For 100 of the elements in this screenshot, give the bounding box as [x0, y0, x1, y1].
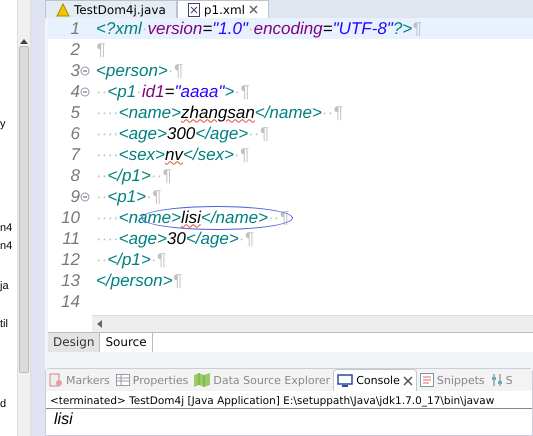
code-token: <p1: [107, 82, 136, 102]
code-token: =: [202, 18, 212, 38]
code-token: </name>: [254, 102, 322, 122]
code-token: <?xml: [96, 18, 142, 38]
code-token: </age>: [195, 124, 248, 144]
pilcrow: ¶: [162, 166, 172, 186]
code-token: <name>: [118, 102, 182, 122]
tab-label: Properties: [132, 374, 188, 386]
whitespace-dots: ·: [146, 186, 152, 206]
collapse-icon[interactable]: [80, 66, 90, 76]
monitor-icon: [337, 374, 354, 388]
whitespace-dots: ··: [248, 124, 260, 144]
whitespace-dots: ··: [150, 166, 162, 186]
code-token: >: [224, 82, 234, 102]
code-token: 30: [166, 228, 186, 248]
code-token: </age>: [186, 228, 239, 248]
whitespace-dots: ·: [234, 82, 240, 102]
pilcrow: ¶: [412, 18, 422, 38]
sliders-icon: [490, 373, 503, 387]
code-token: 300: [166, 124, 196, 144]
line-number: 4: [70, 82, 80, 102]
tree-item[interactable]: n4: [0, 222, 12, 234]
tree-item[interactable]: y: [0, 118, 6, 130]
code-token: version: [148, 18, 202, 38]
tree-item[interactable]: d: [0, 398, 6, 410]
line-number: 2: [70, 40, 80, 60]
tree-item[interactable]: ja: [0, 280, 9, 292]
table-icon: [116, 374, 130, 386]
page-tab[interactable]: Design: [48, 333, 100, 352]
code-token: nv: [164, 144, 183, 164]
xml-file-icon: [188, 2, 200, 16]
code-token: =: [322, 18, 333, 38]
whitespace-dots: ·: [234, 144, 240, 164]
code-token: =: [164, 82, 174, 102]
close-icon[interactable]: [402, 376, 413, 386]
line-number: 6: [70, 124, 80, 144]
tab-label: Console: [356, 374, 400, 387]
close-icon[interactable]: [249, 5, 258, 14]
line-number: 10: [60, 208, 80, 228]
code-token: </person>: [96, 270, 173, 290]
view-tab[interactable]: Console: [333, 369, 417, 391]
line-number: 11: [61, 228, 80, 248]
pilcrow: ¶: [152, 186, 161, 206]
code-token: "aaaa": [174, 82, 224, 102]
collapse-icon[interactable]: [80, 86, 90, 96]
scroll-up-icon[interactable]: [20, 38, 28, 44]
line-number: 3: [70, 60, 80, 80]
code-token: <person>: [96, 60, 168, 80]
line-number: 5: [70, 102, 80, 122]
pilcrow: ¶: [279, 208, 288, 228]
tab-label: p1.xml: [204, 2, 246, 16]
code-token: ?>: [392, 18, 412, 38]
tree-item[interactable]: n4: [0, 240, 12, 252]
line-number: 8: [70, 166, 80, 186]
code-token: zhangsan: [181, 102, 255, 122]
whitespace-dots: ··: [96, 82, 108, 102]
whitespace-dots: ····: [96, 102, 119, 122]
console-output: lisi: [53, 410, 74, 430]
whitespace-dots: ··: [322, 102, 334, 122]
whitespace-dots: ····: [96, 228, 119, 248]
map-icon: [194, 373, 210, 387]
line-number: 7: [70, 144, 80, 164]
whitespace-dots: ····: [96, 144, 119, 164]
tab-label: Markers: [66, 374, 110, 386]
whitespace-dots: ·: [248, 18, 254, 38]
code-token: <sex>: [118, 144, 165, 164]
whitespace-dots: ·: [168, 60, 174, 80]
code-token: </name>: [200, 208, 268, 228]
whitespace-dots: ·: [142, 18, 148, 38]
whitespace-dots: ·: [136, 82, 142, 102]
list-icon: [420, 373, 434, 387]
line-number: 9: [70, 186, 80, 206]
tab-label: Snippets: [436, 374, 485, 386]
console-header: <terminated> TestDom4j [Java Application] E:\setuppath\Java\jdk1.7.0_17\bin\javaw: [46, 391, 532, 409]
whitespace-dots: ··: [96, 250, 108, 270]
markers-icon: [49, 373, 63, 387]
pilcrow: ¶: [156, 250, 166, 270]
line-number: 13: [60, 270, 80, 290]
tab-label: TestDom4j.java: [74, 2, 166, 16]
whitespace-dots: ····: [96, 124, 119, 144]
pilcrow: ¶: [240, 82, 250, 102]
scroll-left-icon[interactable]: [96, 320, 102, 328]
pilcrow: ¶: [172, 270, 182, 290]
editor-tab[interactable]: p1.xml: [176, 0, 270, 18]
tab-label: S: [506, 374, 513, 386]
code-token: <age>: [118, 124, 167, 144]
code-token: </p1>: [107, 166, 151, 186]
code-token: <p1>: [107, 186, 146, 206]
code-token: </sex>: [182, 144, 234, 164]
whitespace-dots: ··: [96, 186, 108, 206]
collapse-icon[interactable]: [80, 192, 90, 202]
tree-item[interactable]: til: [0, 318, 8, 330]
pilcrow: ¶: [174, 60, 183, 80]
editor-tab[interactable]: TestDom4j.java: [45, 0, 177, 18]
code-token: encoding: [254, 18, 323, 38]
scrollbar-thumb[interactable]: [19, 46, 29, 373]
whitespace-dots: ·: [238, 228, 244, 248]
whitespace-dots: ··: [268, 208, 280, 228]
whitespace-dots: ····: [96, 208, 119, 228]
code-token: lisi: [181, 208, 201, 228]
